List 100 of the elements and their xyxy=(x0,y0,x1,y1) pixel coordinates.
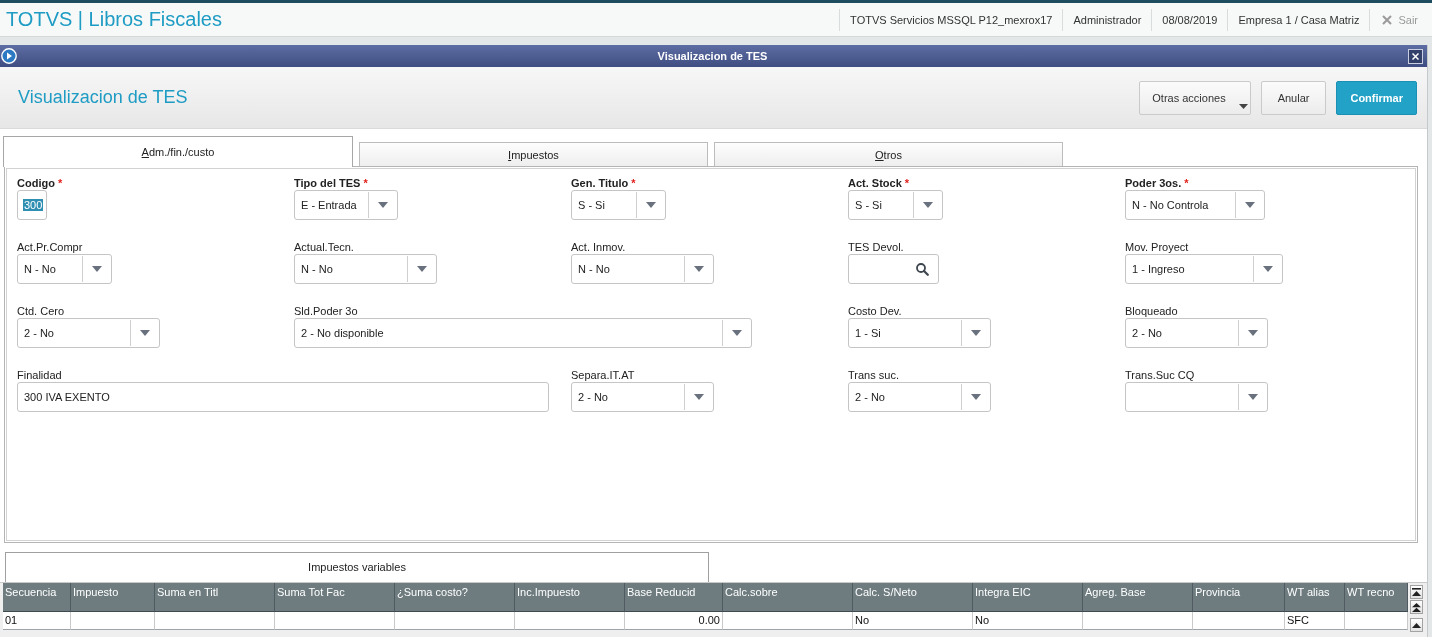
required-mark: * xyxy=(1184,177,1189,189)
company-label: Empresa 1 / Casa Matriz xyxy=(1227,8,1370,31)
caret-down-icon xyxy=(646,202,656,208)
column-header: Impuesto xyxy=(71,583,155,612)
field-label: Tipo del TES xyxy=(294,177,361,189)
select-field[interactable] xyxy=(1125,382,1268,412)
select-field[interactable]: 2 - No xyxy=(17,318,160,348)
select-field[interactable]: S - Si xyxy=(848,190,943,220)
table-cell: SFC xyxy=(1285,612,1345,630)
field-label: Separa.IT.AT xyxy=(571,369,635,381)
caret-down-icon xyxy=(1248,394,1258,400)
page-up-button[interactable] xyxy=(1410,600,1423,614)
field-label: Finalidad xyxy=(17,369,62,381)
select-field[interactable]: S - Si xyxy=(571,190,666,220)
field-label: Trans suc. xyxy=(848,369,899,381)
field-label: Mov. Proyect xyxy=(1125,241,1189,253)
select-field[interactable]: N - No xyxy=(294,254,437,284)
required-mark: * xyxy=(631,177,636,189)
close-icon xyxy=(1382,14,1393,25)
required-mark: * xyxy=(363,177,368,189)
caret-down-icon xyxy=(92,266,102,272)
window-title: Visualizacion de TES xyxy=(656,50,769,62)
table-cell: 01 xyxy=(3,612,71,630)
select-field[interactable]: N - No Controla xyxy=(1125,190,1265,220)
column-header: Integra EIC xyxy=(973,583,1083,612)
select-field[interactable]: 2 - No xyxy=(571,382,714,412)
select-field[interactable]: E - Entrada xyxy=(294,190,398,220)
scroll-up-button[interactable] xyxy=(1410,618,1423,632)
select-field[interactable]: N - No xyxy=(571,254,714,284)
field-label: TES Devol. xyxy=(848,241,904,253)
select-field[interactable]: 1 - Ingreso xyxy=(1125,254,1283,284)
caret-down-icon xyxy=(1238,103,1248,109)
tab[interactable]: Impuestos variables xyxy=(5,552,709,582)
select-field[interactable]: N - No xyxy=(17,254,112,284)
bar-triangle-up-icon xyxy=(1412,588,1421,596)
required-mark: * xyxy=(904,177,910,189)
tab[interactable]: Impuestos xyxy=(359,142,708,166)
caret-down-icon xyxy=(923,202,933,208)
close-button[interactable] xyxy=(1408,48,1423,64)
caret-down-icon xyxy=(378,202,388,208)
cancel-button[interactable]: Anular xyxy=(1260,80,1327,115)
caret-down-icon xyxy=(417,266,427,272)
column-header: Secuencia xyxy=(3,583,71,612)
field-label: Trans.Suc CQ xyxy=(1125,369,1195,381)
table-cell: No xyxy=(973,612,1083,630)
field-label: Actual.Tecn. xyxy=(294,241,354,253)
caret-down-icon xyxy=(694,266,704,272)
column-header: Agreg. Base xyxy=(1083,583,1193,612)
field-label: Act. Inmov. xyxy=(571,241,626,253)
required-mark: * xyxy=(57,177,63,189)
app-title: TOTVS | Libros Fiscales xyxy=(6,8,223,31)
date-label: 08/08/2019 xyxy=(1151,8,1228,31)
caret-down-icon xyxy=(140,330,150,336)
field-label: Codigo xyxy=(17,177,55,189)
page-title: Visualizacion de TES xyxy=(18,87,189,108)
column-header: Inc.Impuesto xyxy=(515,583,625,612)
field-label: Costo Dev. xyxy=(848,305,902,317)
caret-down-icon xyxy=(1263,266,1273,272)
field-label: Poder 3os. xyxy=(1125,177,1182,189)
table-cell: No xyxy=(853,612,973,630)
user-label: Administrador xyxy=(1062,8,1152,31)
caret-down-icon xyxy=(1245,202,1255,208)
caret-down-icon xyxy=(971,394,981,400)
select-field[interactable]: 2 - No disponible xyxy=(294,318,752,348)
actions-menu-button[interactable]: Otras acciones xyxy=(1139,80,1251,115)
lookup-field[interactable] xyxy=(848,254,939,284)
column-header: Base Reducid xyxy=(625,583,723,612)
caret-down-icon xyxy=(694,394,704,400)
column-header: Calc.sobre xyxy=(723,583,853,612)
play-circle-icon xyxy=(1,48,17,64)
select-field[interactable]: 2 - No xyxy=(848,382,991,412)
column-header: Calc. S/Neto xyxy=(853,583,973,612)
field-label: Gen. Titulo xyxy=(571,177,629,189)
column-header: WT alias xyxy=(1285,583,1345,612)
double-triangle-up-icon xyxy=(1412,602,1421,612)
text-field[interactable]: 300 xyxy=(17,190,47,220)
close-icon xyxy=(1412,52,1419,60)
field-label: Act.Pr.Compr xyxy=(17,241,83,253)
table-cell: 0.00 xyxy=(625,612,723,630)
environment-label: TOTVS Servicios MSSQL P12_mexrox17 xyxy=(839,8,1063,31)
tab[interactable]: Adm./fin./custo xyxy=(3,136,353,167)
scroll-top-button[interactable] xyxy=(1410,585,1423,599)
select-field[interactable]: 2 - No xyxy=(1125,318,1268,348)
field-label: Act. Stock xyxy=(848,177,902,189)
column-header: Suma en Titl xyxy=(155,583,275,612)
field-label: Ctd. Cero xyxy=(17,305,65,317)
column-header: Suma Tot Fac xyxy=(275,583,395,612)
caret-down-icon xyxy=(1248,330,1258,336)
tab[interactable]: Otros xyxy=(714,142,1063,166)
text-field[interactable]: 300 IVA EXENTO xyxy=(17,382,549,412)
column-header: ¿Suma costo? xyxy=(395,583,515,612)
caret-down-icon xyxy=(732,330,742,336)
select-field[interactable]: 1 - Si xyxy=(848,318,991,348)
caret-down-icon xyxy=(971,330,981,336)
field-label: Sld.Poder 3o xyxy=(294,305,358,317)
field-label: Bloqueado xyxy=(1125,305,1178,317)
triangle-up-icon xyxy=(1412,622,1421,628)
column-header: Provincia xyxy=(1193,583,1285,612)
search-icon xyxy=(916,262,929,276)
column-header: WT recno xyxy=(1345,583,1408,612)
